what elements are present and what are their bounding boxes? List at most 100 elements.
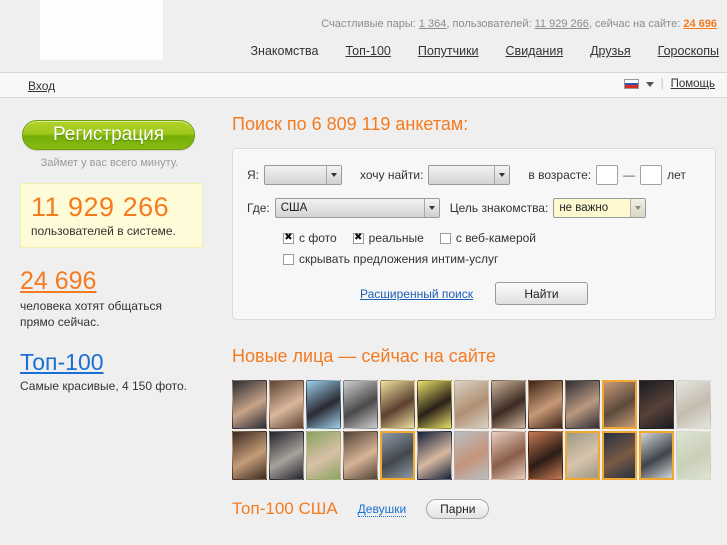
profile-thumb-12[interactable] bbox=[639, 380, 674, 429]
age-to-input[interactable] bbox=[640, 165, 663, 185]
profile-thumb-14[interactable] bbox=[232, 431, 267, 480]
checkbox-hide-intim-label: скрывать предложения интим-услуг bbox=[299, 252, 499, 266]
stats-couples-label: Счастливые пары: bbox=[321, 18, 416, 30]
chevron-down-icon[interactable] bbox=[645, 81, 654, 87]
online-caption-line1: человека хотят общаться bbox=[20, 299, 162, 313]
subbar-right-tools: | Помощь bbox=[623, 78, 715, 90]
profile-thumb-6[interactable] bbox=[417, 380, 452, 429]
new-faces-title: Новые лица — сейчас на сайте bbox=[232, 346, 496, 366]
profile-thumb-3[interactable] bbox=[306, 380, 341, 429]
profile-thumb-2[interactable] bbox=[269, 380, 304, 429]
register-button[interactable]: Регистрация bbox=[22, 120, 195, 150]
checkbox-with-photo[interactable]: ✖ bbox=[283, 232, 294, 244]
help-link[interactable]: Помощь bbox=[671, 78, 715, 90]
site-header: Счастливые пары: 1 364, пользователей: 1… bbox=[0, 0, 727, 72]
users-count-value: 11 929 266 bbox=[31, 192, 170, 222]
age-label: в возрасте: bbox=[528, 168, 592, 182]
chevron-down-icon bbox=[423, 199, 439, 217]
site-logo[interactable] bbox=[40, 0, 163, 60]
sidebar-top100-link[interactable]: Топ-100 bbox=[20, 349, 104, 375]
advanced-search-link[interactable]: Расширенный поиск bbox=[360, 287, 473, 301]
where-label: Где: bbox=[247, 201, 270, 215]
nav-item-goroskopy[interactable]: Гороскопы bbox=[658, 44, 719, 58]
top100-section-heading: Топ-100 США bbox=[232, 499, 338, 518]
stats-couples-value[interactable]: 1 364 bbox=[419, 18, 447, 30]
profile-thumb-26[interactable] bbox=[676, 431, 711, 480]
profile-thumb-20[interactable] bbox=[454, 431, 489, 480]
ru-flag-icon[interactable] bbox=[623, 79, 639, 89]
search-panel: Я: хочу найти: в возрасте: — лет Где: СШ… bbox=[232, 148, 716, 320]
search-title: Поиск по 6 809 119 анкетам: bbox=[232, 114, 469, 134]
where-value: США bbox=[280, 202, 308, 214]
main-navigation: Знакомства Топ-100 Попутчики Свидания Др… bbox=[250, 44, 719, 58]
users-count-box: 11 929 266 пользователей в системе. bbox=[20, 183, 203, 248]
main-content: Поиск по 6 809 119 анкетам: Я: хочу найт… bbox=[222, 98, 727, 519]
chevron-down-icon bbox=[630, 199, 646, 217]
where-select[interactable]: США bbox=[274, 198, 440, 218]
nav-item-druzya[interactable]: Друзья bbox=[590, 44, 631, 58]
profile-thumb-11[interactable] bbox=[602, 380, 637, 429]
vertical-divider: | bbox=[660, 78, 664, 90]
profile-thumb-13[interactable] bbox=[676, 380, 711, 429]
nav-item-top100[interactable]: Топ-100 bbox=[345, 44, 390, 58]
profile-thumb-9[interactable] bbox=[528, 380, 563, 429]
profile-thumb-24[interactable] bbox=[602, 431, 637, 480]
profile-thumb-18[interactable] bbox=[380, 431, 415, 480]
profile-thumb-25[interactable] bbox=[639, 431, 674, 480]
profile-thumb-10[interactable] bbox=[565, 380, 600, 429]
profile-thumb-21[interactable] bbox=[491, 431, 526, 480]
stats-online-label: сейчас на сайте: bbox=[595, 18, 681, 30]
want-label: хочу найти: bbox=[360, 168, 424, 182]
checkbox-with-photo-label: с фото bbox=[299, 231, 337, 245]
sidebar: Регистрация Займет у вас всего минуту. 1… bbox=[0, 98, 222, 394]
chevron-down-icon bbox=[494, 166, 510, 184]
want-select[interactable] bbox=[428, 165, 511, 185]
find-button[interactable]: Найти bbox=[495, 282, 588, 305]
new-faces-photo-grid bbox=[232, 380, 716, 480]
nav-item-znakomstva[interactable]: Знакомства bbox=[250, 44, 318, 58]
online-count-block: 24 696 человека хотят общаться прямо сей… bbox=[20, 267, 206, 330]
search-row-location: Где: США Цель знакомства: не важно bbox=[247, 198, 701, 218]
stats-users-label: пользователей: bbox=[452, 18, 532, 30]
register-note: Займет у вас всего минуту. bbox=[40, 157, 179, 169]
goal-label: Цель знакомства: bbox=[449, 201, 549, 215]
checkbox-real-label: реальные bbox=[368, 231, 424, 245]
i-am-select[interactable] bbox=[264, 165, 342, 185]
profile-thumb-23[interactable] bbox=[565, 431, 600, 480]
goal-value: не важно bbox=[559, 202, 609, 214]
checkbox-webcam-label: с веб-камерой bbox=[455, 231, 537, 245]
profile-thumb-19[interactable] bbox=[417, 431, 452, 480]
goal-select[interactable]: не важно bbox=[553, 198, 647, 218]
nav-item-svidaniya[interactable]: Свидания bbox=[506, 44, 564, 58]
age-units-label: лет bbox=[667, 168, 686, 182]
stats-users-value[interactable]: 11 929 266 bbox=[535, 18, 589, 30]
online-count-value[interactable]: 24 696 bbox=[20, 267, 96, 295]
search-actions: Расширенный поиск Найти bbox=[247, 282, 701, 305]
profile-thumb-7[interactable] bbox=[454, 380, 489, 429]
header-stats: Счастливые пары: 1 364, пользователей: 1… bbox=[321, 18, 717, 30]
profile-thumb-17[interactable] bbox=[343, 431, 378, 480]
tab-girls[interactable]: Девушки bbox=[357, 502, 407, 517]
checkbox-real[interactable]: ✖ bbox=[352, 232, 364, 244]
top100-section: Топ-100 США Девушки Парни bbox=[232, 499, 717, 519]
age-range-dash: — bbox=[623, 168, 636, 182]
top100-caption: Самые красивые, 4 150 фото. bbox=[20, 379, 188, 393]
profile-thumb-5[interactable] bbox=[380, 380, 415, 429]
nav-item-poputchiki[interactable]: Попутчики bbox=[418, 44, 479, 58]
online-count-caption: человека хотят общаться прямо сейчас. bbox=[20, 298, 206, 330]
profile-thumb-8[interactable] bbox=[491, 380, 526, 429]
checkbox-hide-intim[interactable] bbox=[283, 253, 294, 265]
profile-thumb-15[interactable] bbox=[269, 431, 304, 480]
login-link[interactable]: Вход bbox=[28, 79, 55, 93]
tab-guys[interactable]: Парни bbox=[426, 499, 490, 519]
stats-online-value[interactable]: 24 696 bbox=[683, 18, 717, 30]
checkbox-webcam[interactable] bbox=[439, 232, 451, 244]
age-from-input[interactable] bbox=[596, 165, 619, 185]
i-am-label: Я: bbox=[247, 168, 259, 182]
profile-thumb-16[interactable] bbox=[306, 431, 341, 480]
users-count-caption: пользователей в системе. bbox=[31, 224, 176, 238]
profile-thumb-22[interactable] bbox=[528, 431, 563, 480]
online-caption-line2: прямо сейчас. bbox=[20, 315, 100, 329]
profile-thumb-1[interactable] bbox=[232, 380, 267, 429]
profile-thumb-4[interactable] bbox=[343, 380, 378, 429]
